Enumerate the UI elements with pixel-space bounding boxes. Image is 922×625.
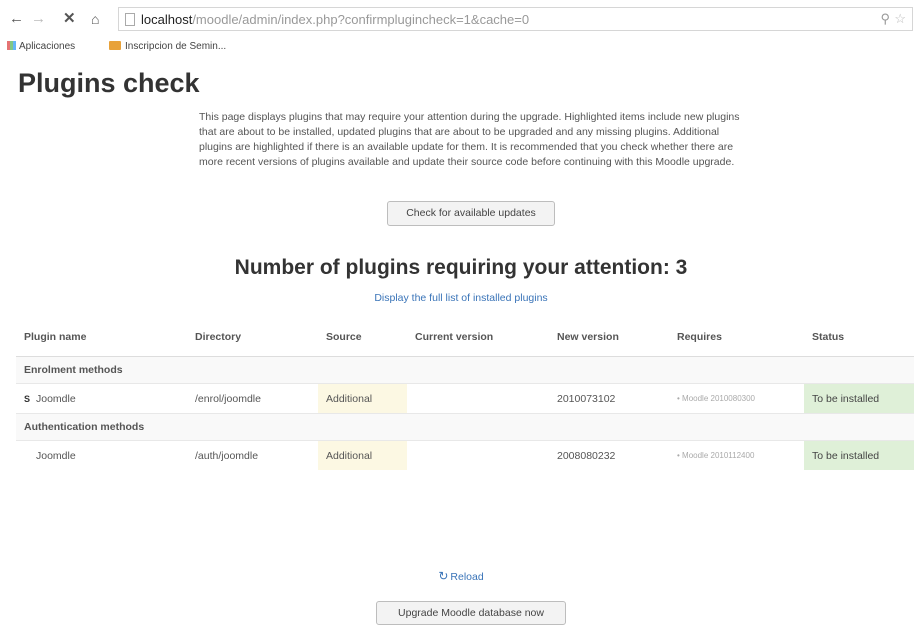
plugin-icon: S (24, 393, 31, 404)
directory-cell: /auth/joomdle (187, 440, 318, 470)
bookmark-inscripcion[interactable]: Inscripcion de Semin... (109, 41, 226, 52)
header-requires: Requires (669, 318, 804, 357)
page-document-icon (125, 13, 135, 26)
url-host: localhost (141, 12, 193, 27)
header-plugin-name: Plugin name (16, 318, 187, 357)
forward-arrow-icon[interactable]: → (31, 11, 46, 27)
bookmark-inscripcion-label: Inscripcion de Semin... (125, 41, 227, 52)
url-path: /moodle/admin/index.php?confirmpluginche… (192, 12, 530, 27)
reload-link[interactable]: ↻ Reload (0, 569, 922, 583)
page-title: Plugins check (18, 68, 200, 98)
table-row: S Joomdle /enrol/joomdle Additional 20100… (16, 383, 914, 414)
plugin-name: Joomdle (36, 449, 76, 462)
address-bar[interactable]: localhost/moodle/admin/index.php?confirm… (118, 7, 913, 31)
new-version-cell: 2008080232 (549, 440, 669, 470)
reload-icon: ↻ (438, 569, 449, 583)
header-directory: Directory (187, 318, 318, 357)
attention-heading: Number of plugins requiring your attenti… (234, 256, 688, 279)
full-list-link[interactable]: Display the full list of installed plugi… (0, 292, 922, 304)
group-name: Enrolment methods (16, 356, 914, 384)
requires-cell: • Moodle 2010080300 (669, 383, 804, 414)
reload-label: Reload (450, 571, 484, 583)
table-row: Joomdle /auth/joomdle Additional 2008080… (16, 440, 914, 470)
requires-text: Moodle 2010112400 (682, 451, 755, 460)
back-arrow-icon[interactable]: ← (9, 11, 24, 27)
status-cell: To be installed (804, 440, 914, 470)
group-row-authentication: Authentication methods (16, 413, 914, 441)
plugin-name-cell: S Joomdle (16, 383, 187, 414)
stop-loading-icon[interactable]: ✕ (63, 11, 76, 27)
source-cell: Additional (318, 440, 407, 470)
header-new-version: New version (549, 318, 669, 357)
apps-grid-icon (7, 41, 16, 50)
header-status: Status (804, 318, 914, 357)
current-version-cell (407, 383, 549, 414)
group-name: Authentication methods (16, 413, 914, 441)
header-current-version: Current version (407, 318, 549, 357)
url-text[interactable]: localhost/moodle/admin/index.php?confirm… (141, 12, 529, 27)
requires-text: Moodle 2010080300 (682, 394, 755, 403)
bookmark-star-icon[interactable]: ☆ (894, 11, 906, 27)
current-version-cell (407, 440, 549, 470)
browser-chrome: ← → ✕ ⌂ localhost/moodle/admin/index.php… (0, 0, 922, 60)
new-version-cell: 2010073102 (549, 383, 669, 414)
bookmark-page-icon (109, 41, 121, 50)
directory-cell: /enrol/joomdle (187, 383, 318, 414)
intro-text: This page displays plugins that may requ… (199, 111, 740, 168)
plugin-name: Joomdle (36, 392, 76, 405)
requires-cell: • Moodle 2010112400 (669, 440, 804, 470)
check-updates-button[interactable]: Check for available updates (387, 201, 555, 226)
bookmark-apps[interactable]: Aplicaciones (7, 41, 75, 52)
bookmark-apps-label: Aplicaciones (19, 41, 76, 52)
search-icon[interactable]: ⚲ (880, 11, 890, 27)
plugin-name-cell: Joomdle (16, 440, 187, 470)
header-source: Source (318, 318, 407, 357)
upgrade-database-button[interactable]: Upgrade Moodle database now (376, 601, 566, 625)
home-icon[interactable]: ⌂ (91, 11, 99, 27)
group-row-enrolment: Enrolment methods (16, 356, 914, 384)
bookmarks-bar: Aplicaciones Inscripcion de Semin... (0, 36, 922, 56)
table-header-row: Plugin name Directory Source Current ver… (16, 318, 914, 357)
status-cell: To be installed (804, 383, 914, 414)
plugins-table: Plugin name Directory Source Current ver… (16, 318, 914, 470)
source-cell: Additional (318, 383, 407, 414)
